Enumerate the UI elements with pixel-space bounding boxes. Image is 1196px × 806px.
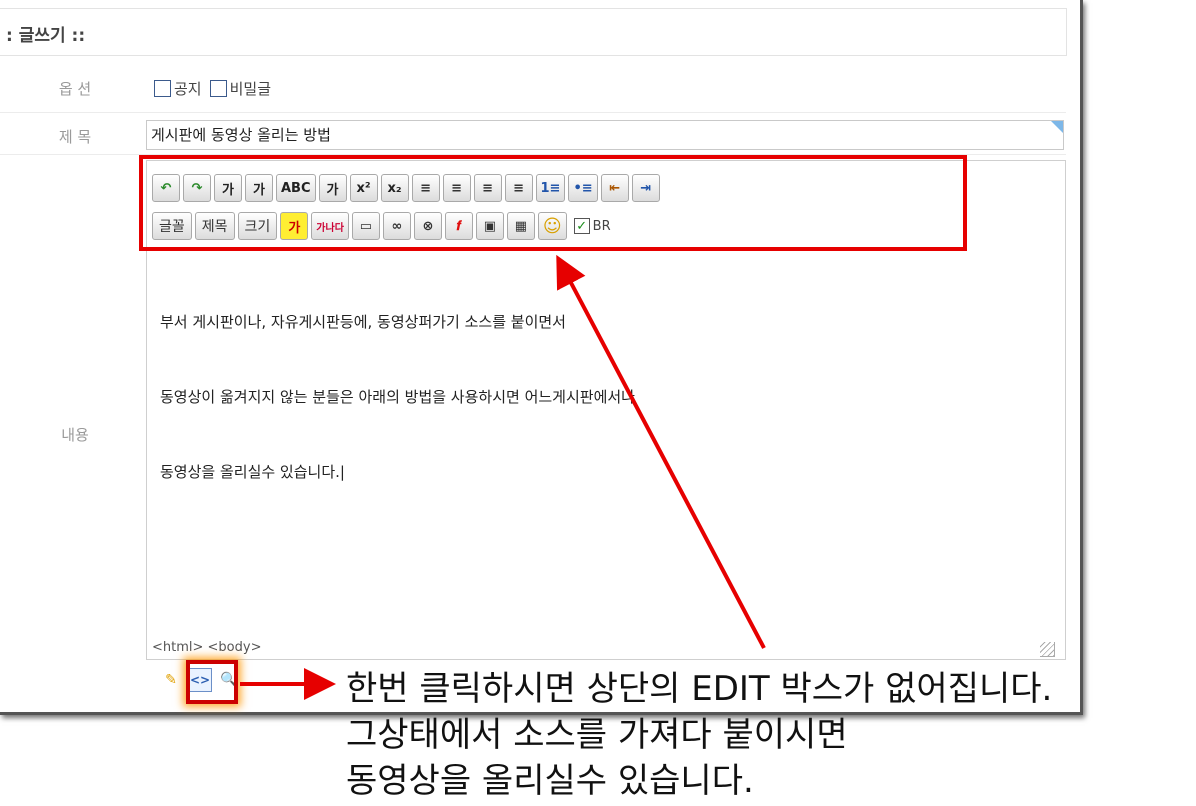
- callout-line: 동영상을 올리실수 있습니다.: [346, 761, 754, 801]
- arrow-to-toolbar: [556, 254, 766, 649]
- callout-line: 한번 클릭하시면 상단의 EDIT 박스가 없어집니다.: [346, 669, 1053, 709]
- callout-line: 그상태에서 소스를 가져다 붙이시면: [346, 715, 848, 755]
- instruction-callout: 한번 클릭하시면 상단의 EDIT 박스가 없어집니다. 그상태에서 소스를 가…: [346, 666, 1052, 804]
